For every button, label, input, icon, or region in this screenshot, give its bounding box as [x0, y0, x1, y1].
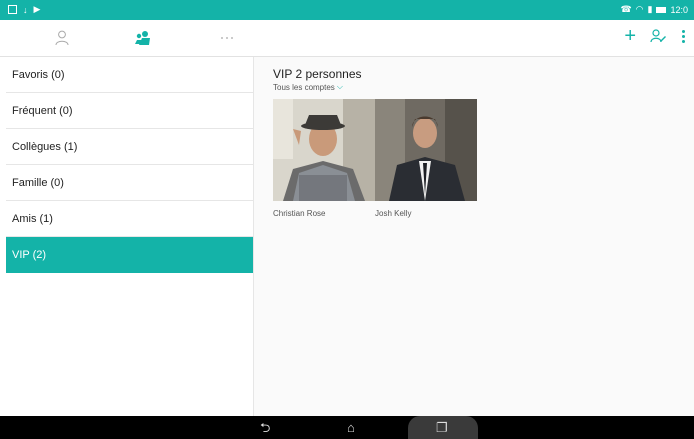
back-icon[interactable]: ⮌	[260, 420, 270, 435]
group-icon	[135, 31, 150, 45]
action-buttons: +	[624, 26, 686, 46]
tab-contacts[interactable]	[47, 26, 77, 50]
group-item-amis[interactable]: Amis (1)	[6, 201, 253, 237]
group-detail: VIP 2 personnes Tous les comptes ⌵ Chris…	[254, 57, 694, 416]
tab-dialpad[interactable]	[212, 26, 242, 50]
edit-group-icon[interactable]	[650, 28, 666, 44]
contact-photo	[375, 99, 477, 201]
notification-icons: ↓ ▶	[8, 4, 40, 15]
account-filter-label: Tous les comptes	[273, 82, 335, 92]
notification-icon	[8, 5, 17, 14]
contact-card[interactable]: Josh Kelly	[375, 99, 477, 218]
dialpad-icon	[221, 37, 233, 39]
tab-groups[interactable]	[128, 26, 158, 50]
system-icons: ☎ ◠ ▮ 12:0	[620, 4, 688, 15]
groups-list: Favoris (0) Fréquent (0) Collègues (1) F…	[6, 57, 254, 416]
status-time: 12:0	[670, 4, 688, 15]
recents-icon[interactable]: ❐	[436, 420, 448, 435]
phone-icon: ☎	[620, 4, 632, 14]
group-item-collegues[interactable]: Collègues (1)	[6, 129, 253, 165]
action-bar: +	[0, 20, 694, 57]
contact-name: Christian Rose	[273, 209, 326, 218]
download-icon: ↓	[23, 4, 28, 15]
signal-icon: ▮	[647, 4, 653, 14]
group-item-famille[interactable]: Famille (0)	[6, 165, 253, 201]
group-title: VIP 2 personnes	[273, 67, 362, 81]
chevron-down-icon: ⌵	[336, 82, 343, 91]
battery-icon	[656, 6, 667, 13]
wifi-icon: ◠	[635, 4, 644, 14]
contact-name: Josh Kelly	[375, 209, 412, 218]
group-item-favoris[interactable]: Favoris (0)	[6, 57, 253, 93]
status-bar: ↓ ▶ ☎ ◠ ▮ 12:0	[0, 0, 694, 20]
account-filter-dropdown[interactable]: Tous les comptes ⌵	[273, 82, 343, 92]
contact-photo	[273, 99, 375, 201]
group-item-frequent[interactable]: Fréquent (0)	[6, 93, 253, 129]
contact-card[interactable]: Christian Rose	[273, 99, 375, 218]
person-icon	[55, 30, 69, 46]
add-group-button[interactable]: +	[624, 26, 636, 46]
more-options-icon[interactable]	[680, 29, 686, 43]
play-store-icon: ▶	[33, 4, 41, 14]
home-icon[interactable]: ⌂	[347, 420, 355, 435]
navigation-bar: ⮌ ⌂ ❐	[0, 416, 694, 439]
group-item-vip[interactable]: VIP (2)	[6, 237, 253, 273]
